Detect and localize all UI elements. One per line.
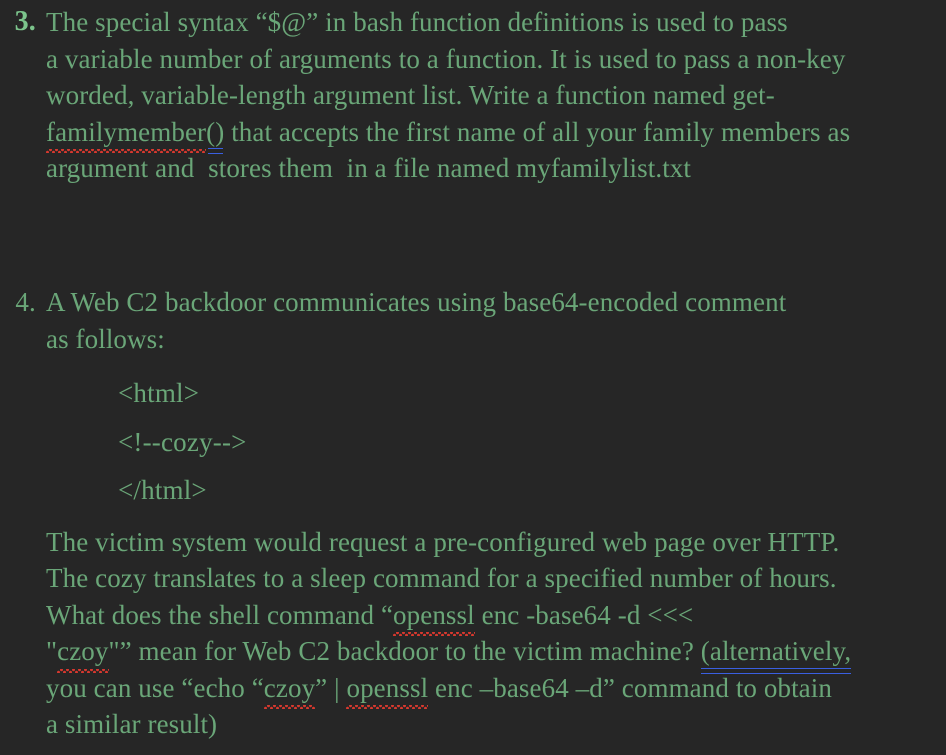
text-fragment: you can use “echo “ [46, 672, 264, 703]
question-4-body: A Web C2 backdoor communicates using bas… [46, 284, 932, 743]
text-line-with-proofing-marks: you can use “echo “czoy” | openssl enc –… [46, 670, 932, 709]
text-fragment: that accepts the first name of all your … [224, 116, 851, 147]
code-line: <html> [118, 378, 200, 408]
text-fragment: enc –base64 –d” command to obtain [428, 672, 832, 703]
grammar-mark-parens: () [206, 114, 224, 154]
spellcheck-word-czoy: czoy [57, 633, 109, 672]
text-fragment: ” | [315, 672, 347, 703]
text-line-with-proofing-marks: "czoy"” mean for Web C2 backdoor to the … [46, 633, 932, 673]
document-page: 3. The special syntax “$@” in bash funct… [0, 0, 946, 755]
code-line: <!--cozy--> [118, 426, 247, 457]
grammar-mark-alternatively: (alternatively, [700, 633, 852, 673]
text-line: argument and stores them in a file named… [46, 153, 692, 183]
text-line-with-proofing-marks: What does the shell command “openssl enc… [46, 597, 932, 636]
text-fragment: enc -base64 -d <<< [474, 599, 694, 630]
text-line: worded, variable-length argument list. W… [46, 80, 775, 110]
spellcheck-word-openssl: openssl [346, 670, 428, 709]
text-fragment: " [46, 636, 58, 666]
question-3-body: The special syntax “$@” in bash function… [46, 4, 932, 187]
text-line: as follows: [46, 323, 165, 354]
text-line: a variable number of arguments to a func… [46, 43, 846, 74]
text-fragment: What does the shell command “ [46, 599, 394, 630]
spellcheck-word-czoy: czoy [263, 670, 316, 709]
list-marker-4: 4. [15, 287, 36, 317]
code-line: </html> [118, 475, 207, 505]
list-marker-3: 3. [14, 6, 36, 37]
text-line: The victim system would request a pre-co… [46, 526, 840, 557]
text-fragment: "” mean for Web C2 backdoor to the victi… [108, 636, 701, 666]
text-line: The special syntax “$@” in bash function… [46, 7, 788, 37]
spellcheck-word-familymember: familymember [46, 114, 207, 153]
text-line-with-proofing-marks: familymember() that accepts the first na… [46, 114, 932, 154]
spellcheck-word-openssl: openssl [393, 597, 475, 636]
text-line: The cozy translates to a sleep command f… [46, 563, 837, 593]
text-line: a similar result) [46, 709, 218, 739]
text-line: A Web C2 backdoor communicates using bas… [46, 287, 787, 317]
